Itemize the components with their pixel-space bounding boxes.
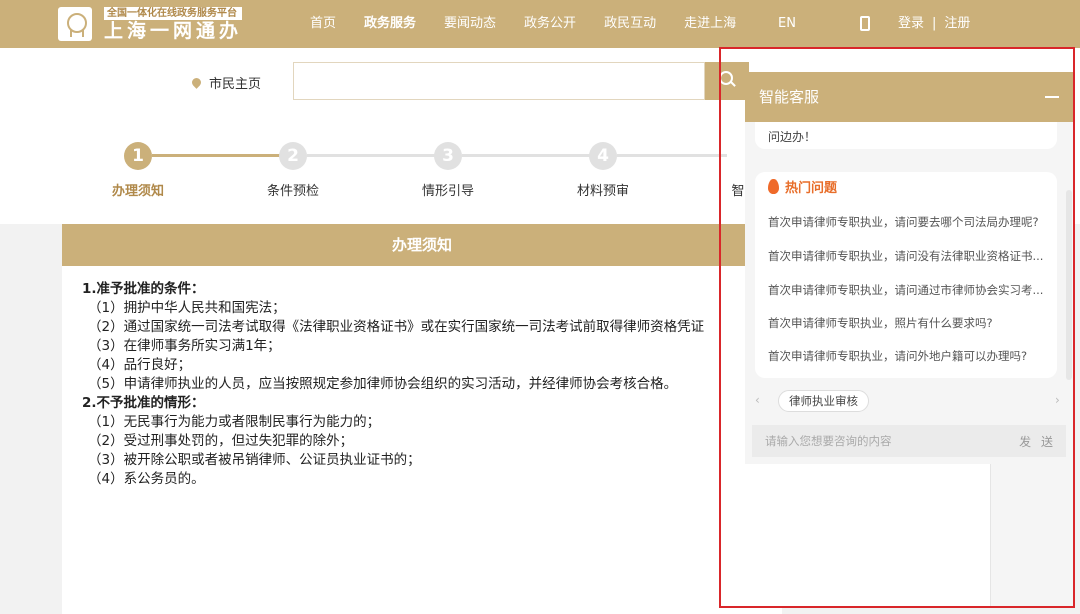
- notice-line: （3）在律师事务所实习满1年；: [88, 338, 281, 354]
- site-logo[interactable]: 全国一体化在线政务服务平台 上海一网通办: [58, 6, 243, 42]
- notice-line: （3）被开除公职或者被吊销律师、公证员执业证书的；: [88, 452, 421, 468]
- notice-line: （2）受过刑事处罚的，但过失犯罪的除外；: [88, 433, 354, 449]
- nav-gov-affairs[interactable]: 政务公开: [510, 0, 590, 48]
- nav-about-shanghai[interactable]: 走进上海: [670, 0, 750, 48]
- logo-emblem-icon: [58, 7, 92, 41]
- location-selector[interactable]: 市民主页: [190, 73, 262, 92]
- nav-home[interactable]: 首页: [296, 0, 350, 48]
- step-2-label: 条件预检: [266, 184, 319, 199]
- register-link[interactable]: 注册: [944, 0, 970, 48]
- nav-gov-services[interactable]: 政务服务: [350, 0, 430, 48]
- step-1-label: 办理须知: [111, 184, 164, 199]
- nav-interaction[interactable]: 政民互动: [590, 0, 670, 48]
- notice-card-title: 办理须知: [62, 224, 782, 266]
- step-2[interactable]: 2 条件预检: [243, 142, 343, 199]
- notice-line: （4）系公务员的。: [88, 471, 205, 487]
- notice-card: 办理须知 1.准予批准的条件： （1）拥护中华人民共和国宪法； （2）通过国家统一司…: [62, 224, 782, 614]
- step-3-number: 3: [434, 142, 462, 170]
- mobile-phone-icon[interactable]: [860, 16, 870, 31]
- step-3-label: 情形引导: [421, 184, 474, 199]
- logo-text: 全国一体化在线政务服务平台 上海一网通办: [104, 6, 243, 42]
- notice-line: （5）申请律师执业的人员，应当按照规定参加律师协会组织的实习活动，并经律师协会考…: [88, 376, 678, 392]
- notice-line: （4）品行良好；: [88, 357, 192, 373]
- main-nav: 首页 政务服务 要闻动态 政务公开 政民互动 走进上海: [296, 0, 750, 48]
- notice-card-body: 1.准予批准的条件： （1）拥护中华人民共和国宪法； （2）通过国家统一司法考试取得…: [62, 266, 782, 489]
- nav-news[interactable]: 要闻动态: [430, 0, 510, 48]
- step-3[interactable]: 3 情形引导: [398, 142, 498, 199]
- location-label: 市民主页: [209, 77, 262, 92]
- login-link[interactable]: 登录: [898, 0, 924, 48]
- logo-title: 上海一网通办: [104, 19, 243, 42]
- step-4-label: 材料预审: [576, 184, 629, 199]
- notice-section-heading: 1.准予批准的条件：: [82, 281, 205, 297]
- notice-line: （1）无民事行为能力或者限制民事行为能力的；: [88, 414, 381, 430]
- auth-links: 登录 | 注册: [898, 0, 970, 48]
- notice-section-heading: 2.不予批准的情形：: [82, 395, 205, 411]
- lang-switch-en[interactable]: EN: [778, 0, 796, 48]
- location-pin-icon: [190, 76, 203, 89]
- step-1-number: 1: [124, 142, 152, 170]
- notice-line: （2）通过国家统一司法考试取得《法律职业资格证书》或在实行国家统一司法考试前取得…: [88, 319, 705, 335]
- top-header: 全国一体化在线政务服务平台 上海一网通办 首页 政务服务 要闻动态 政务公开 政…: [0, 0, 1080, 48]
- step-4-number: 4: [589, 142, 617, 170]
- step-2-number: 2: [279, 142, 307, 170]
- logo-subtitle: 全国一体化在线政务服务平台: [104, 6, 243, 20]
- step-1[interactable]: 1 办理须知: [88, 142, 188, 199]
- notice-line: （1）拥护中华人民共和国宪法；: [88, 300, 286, 316]
- highlight-box: [719, 47, 1075, 608]
- search-input[interactable]: [293, 62, 705, 100]
- step-4[interactable]: 4 材料预审: [553, 142, 653, 199]
- auth-separator: |: [932, 16, 937, 31]
